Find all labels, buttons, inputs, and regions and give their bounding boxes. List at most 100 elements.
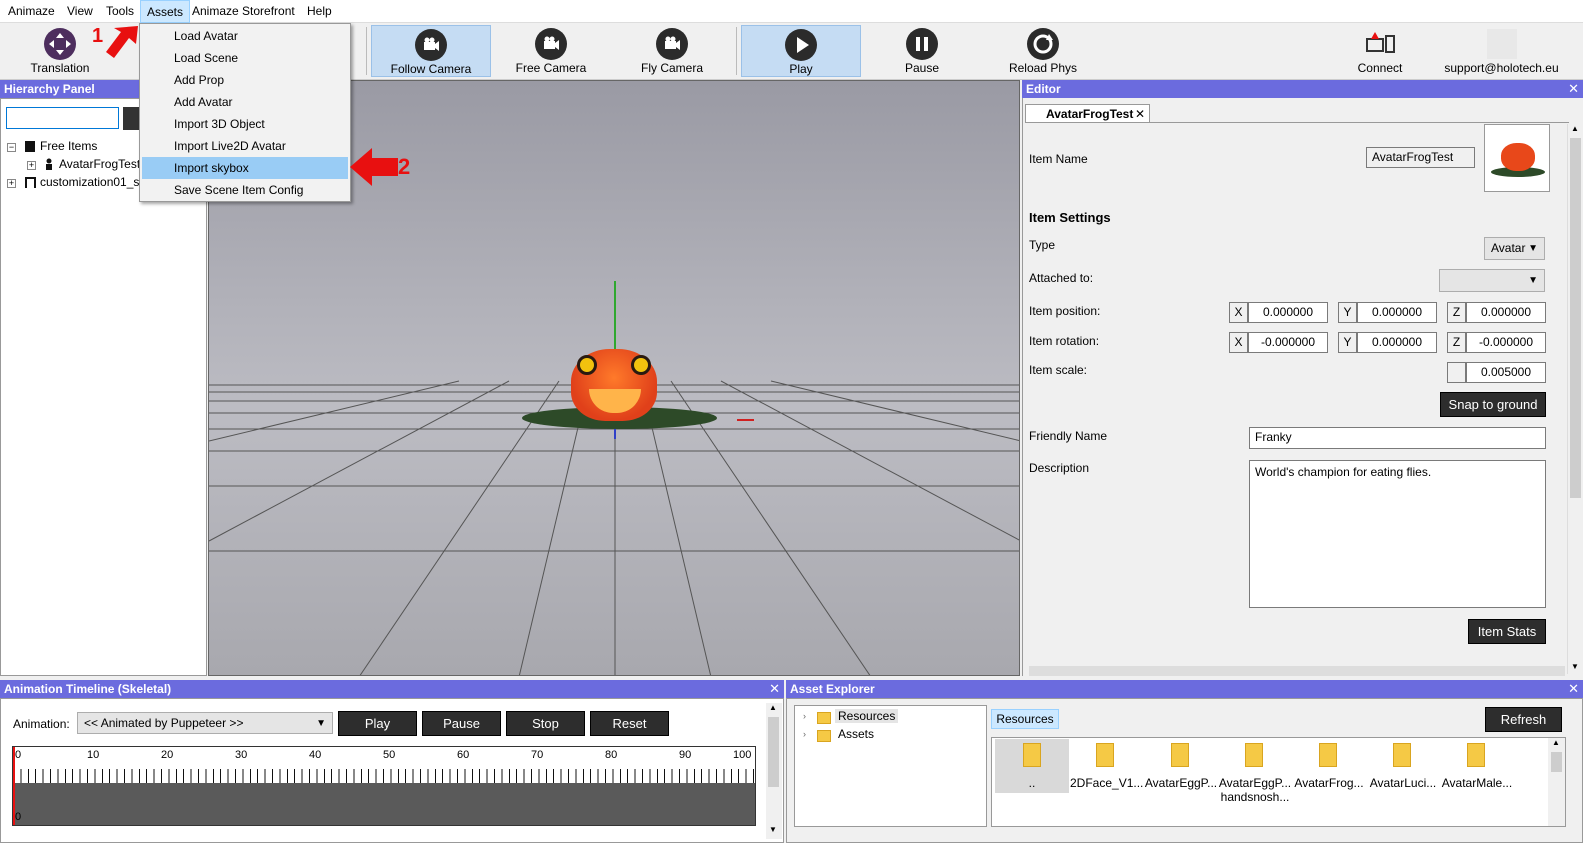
axis-z-label: Z [1447,302,1466,323]
editor-panel-title: Editor [1026,82,1061,96]
asset-folder-label[interactable]: AvatarFrog... [1292,776,1366,790]
rotation-y-field[interactable]: 0.000000 [1357,332,1437,353]
folder-icon[interactable] [1393,743,1411,767]
asset-explorer-close-icon[interactable]: ✕ [1568,680,1579,698]
expand-icon[interactable]: + [27,161,36,170]
menu-assets[interactable]: Assets [140,0,191,23]
folder-icon[interactable] [1096,743,1114,767]
editor-tab[interactable]: AvatarFrogTest ✕ [1025,104,1150,123]
item-settings-heading: Item Settings [1029,210,1111,225]
hierarchy-search-input[interactable] [6,107,119,129]
menu-import-3d-object[interactable]: Import 3D Object [142,113,348,135]
scroll-thumb[interactable] [1570,138,1581,498]
position-y-field[interactable]: 0.000000 [1357,302,1437,323]
support-button[interactable]: support@holotech.eu [1440,25,1563,77]
refresh-button[interactable]: Refresh [1485,707,1562,732]
menu-tools[interactable]: Tools [100,0,140,23]
translation-button[interactable]: Translation [20,25,100,77]
chevron-right-icon[interactable]: › [803,729,806,739]
fly-camera-button[interactable]: Fly Camera [612,25,732,77]
snap-to-ground-button[interactable]: Snap to ground [1440,392,1546,417]
menu-help[interactable]: Help [301,0,338,23]
menu-add-avatar[interactable]: Add Avatar [142,91,348,113]
folder-icon[interactable] [1467,743,1485,767]
animation-select[interactable]: << Animated by Puppeteer >> ▼ [77,712,333,734]
asset-folder-label[interactable]: .. [995,776,1069,790]
folder-icon[interactable] [1319,743,1337,767]
follow-camera-button[interactable]: Follow Camera [371,25,491,77]
tree-item-free-items[interactable]: Free Items [40,139,97,153]
tree-resources[interactable]: Resources [835,709,899,723]
scale-field[interactable]: 0.005000 [1466,362,1546,383]
menu-load-scene[interactable]: Load Scene [142,47,348,69]
connect-icon [1366,31,1396,57]
menu-animaze[interactable]: Animaze [2,0,61,23]
timeline-stop-button[interactable]: Stop [506,711,585,736]
position-z-field[interactable]: 0.000000 [1466,302,1546,323]
breadcrumb-resources[interactable]: Resources [991,709,1059,729]
folder-icon[interactable] [1245,743,1263,767]
type-select[interactable]: Avatar ▼ [1484,237,1545,260]
scroll-up-icon[interactable]: ▲ [1571,124,1579,133]
toolbar-separator [736,27,737,75]
asset-folder-label[interactable]: AvatarLuci... [1366,776,1440,790]
timeline-reset-button[interactable]: Reset [590,711,669,736]
timeline-scrollbar[interactable]: ▲ ▼ [766,703,782,839]
menu-import-live2d-avatar[interactable]: Import Live2D Avatar [142,135,348,157]
tree-assets[interactable]: Assets [838,727,874,741]
menu-save-scene-item-config[interactable]: Save Scene Item Config [142,179,348,201]
folder-icon[interactable] [1023,743,1041,767]
tree-item-customization[interactable]: customization01_sc [40,175,145,189]
timeline-bottom-zero: 0 [15,811,22,823]
item-name-field[interactable]: AvatarFrogTest [1366,147,1475,168]
reload-phys-button[interactable]: Reload Phys [983,25,1103,77]
rotation-z-field[interactable]: -0.000000 [1466,332,1546,353]
menu-add-prop[interactable]: Add Prop [142,69,348,91]
position-x-field[interactable]: 0.000000 [1248,302,1328,323]
connect-button[interactable]: Connect [1340,25,1420,77]
connect-label: Connect [1357,61,1403,75]
chevron-down-icon: ▼ [1528,275,1538,286]
scale-lock-box[interactable] [1447,362,1466,383]
tree-item-avatar-frog-test[interactable]: AvatarFrogTest [59,157,140,171]
chevron-right-icon[interactable]: › [803,711,806,721]
frog-eye-left [577,355,597,375]
menu-import-skybox[interactable]: Import skybox [142,157,348,179]
play-button[interactable]: Play [741,25,861,77]
asset-folder-label[interactable]: AvatarMale... [1440,776,1514,790]
tab-close-icon[interactable]: ✕ [1135,105,1145,123]
asset-grid-scrollbar[interactable]: ▲ [1548,738,1565,826]
asset-folder-label[interactable]: 2DFace_V1... [1070,776,1143,790]
asset-folder-label[interactable]: AvatarEggP... handsnosh... [1218,776,1292,804]
attached-to-select[interactable]: ▼ [1439,269,1545,292]
timeline-close-icon[interactable]: ✕ [769,680,780,698]
assets-dropdown-menu: Load Avatar Load Scene Add Prop Add Avat… [139,23,351,202]
scroll-down-icon[interactable]: ▼ [1571,662,1579,671]
timeline-pause-button[interactable]: Pause [422,711,501,736]
pause-button[interactable]: Pause [862,25,982,77]
menu-animaze-storefront[interactable]: Animaze Storefront [186,0,301,23]
annotation-arrow-2: 2 [350,146,418,188]
free-camera-label: Free Camera [515,61,587,75]
editor-close-icon[interactable]: ✕ [1568,80,1579,98]
asset-folder-label[interactable]: AvatarEggP... [1144,776,1218,790]
tick-label: 30 [235,749,248,761]
folder-icon[interactable] [1171,743,1189,767]
menu-view[interactable]: View [61,0,99,23]
type-value: Avatar [1491,241,1526,255]
annotation-arrow-1: 1 [92,24,142,62]
collapse-icon[interactable]: − [7,143,16,152]
menu-load-avatar[interactable]: Load Avatar [142,25,348,47]
friendly-name-field[interactable]: Franky [1249,427,1546,449]
expand-icon[interactable]: + [7,179,16,188]
free-camera-button[interactable]: Free Camera [491,25,611,77]
scene-icon [25,177,36,188]
editor-hscroll[interactable] [1029,666,1565,676]
description-field[interactable]: World's champion for eating flies. [1249,460,1546,608]
item-stats-button[interactable]: Item Stats [1468,619,1546,644]
rotation-x-field[interactable]: -0.000000 [1248,332,1328,353]
timeline-play-button[interactable]: Play [338,711,417,736]
play-label: Play [789,62,813,76]
animation-label: Animation: [13,717,70,731]
editor-scrollbar[interactable]: ▲ ▼ [1567,124,1583,674]
